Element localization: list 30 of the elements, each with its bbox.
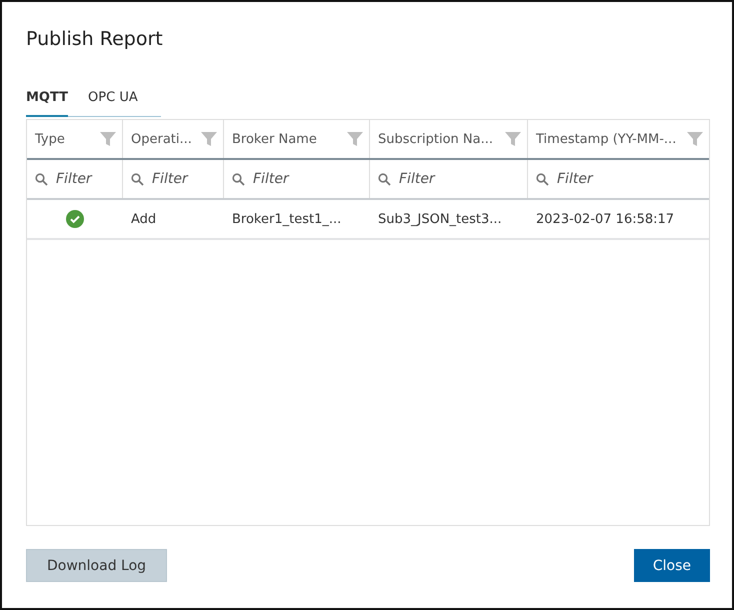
column-header[interactable]: Operati... (131, 132, 192, 146)
filter-icon[interactable] (505, 131, 521, 147)
filter-icon[interactable] (347, 131, 363, 147)
filter-field[interactable]: Filter (150, 170, 215, 188)
search-icon (536, 172, 549, 186)
filter-field[interactable]: Filter (397, 170, 519, 188)
search-icon (378, 172, 391, 186)
column-header[interactable]: Timestamp (YY-MM-... (536, 132, 676, 146)
column-header[interactable]: Subscription Na... (378, 132, 493, 146)
table-cell: Sub3_JSON_test3... (378, 212, 502, 226)
dialog-title: Publish Report (26, 28, 164, 50)
search-icon (131, 172, 144, 186)
tab[interactable]: MQTT (26, 86, 68, 117)
table-cell: Broker1_test1_... (232, 212, 342, 226)
search-icon (232, 172, 245, 186)
tab[interactable]: OPC UA (88, 86, 138, 117)
column-header[interactable]: Broker Name (232, 132, 317, 146)
table-cell: 2023-02-07 16:58:17 (536, 212, 674, 226)
filter-icon[interactable] (687, 131, 703, 147)
filter-icon[interactable] (100, 131, 116, 147)
download-button[interactable]: Download Log (26, 549, 168, 582)
filter-field[interactable]: Filter (251, 170, 361, 188)
column-header[interactable]: Type (35, 132, 65, 146)
search-icon (35, 172, 48, 186)
table-cell: Add (131, 212, 156, 226)
filter-field[interactable]: Filter (54, 170, 114, 188)
filter-icon[interactable] (201, 131, 217, 147)
close-button[interactable]: Close (634, 549, 710, 582)
check-circle-icon (66, 210, 84, 228)
filter-field[interactable]: Filter (555, 170, 701, 188)
